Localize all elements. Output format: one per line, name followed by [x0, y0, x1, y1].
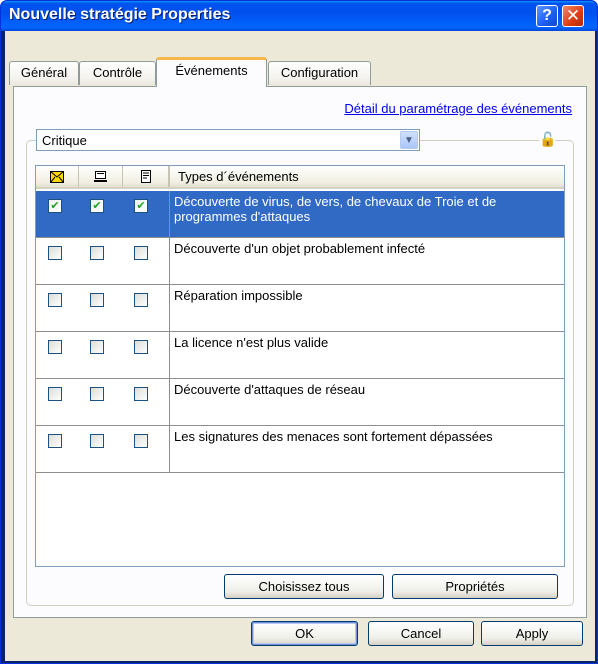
- properties-label: Propriétés: [445, 579, 505, 594]
- console-notify-checkbox[interactable]: [90, 434, 104, 448]
- window-title: Nouvelle stratégie Properties: [9, 6, 231, 23]
- email-notify-checkbox[interactable]: [48, 246, 62, 260]
- console-notify-checkbox[interactable]: ✔: [90, 199, 104, 213]
- log-notify-checkbox[interactable]: [134, 387, 148, 401]
- apply-button[interactable]: Apply: [481, 621, 583, 646]
- col-email[interactable]: [36, 166, 79, 187]
- email-notify-checkbox[interactable]: [48, 387, 62, 401]
- dialog-client: Général Contrôle Événements Configuratio…: [5, 31, 595, 661]
- properties-dialog: Nouvelle stratégie Properties ? ✕ Généra…: [0, 0, 598, 664]
- select-all-button[interactable]: Choisissez tous: [224, 574, 384, 599]
- select-all-label: Choisissez tous: [258, 579, 350, 594]
- event-type-label: Découverte d'un objet probablement infec…: [169, 238, 564, 284]
- table-header: Types d´événements: [36, 166, 564, 189]
- console-notify-checkbox[interactable]: [90, 246, 104, 260]
- log-notify-checkbox[interactable]: [134, 293, 148, 307]
- tab-configuration-label: Configuration: [280, 65, 359, 80]
- help-icon: ?: [542, 7, 552, 24]
- ok-button[interactable]: OK: [251, 621, 358, 646]
- monitor-icon: [94, 170, 107, 182]
- tab-controle-label: Contrôle: [92, 65, 143, 80]
- log-notify-checkbox[interactable]: [134, 434, 148, 448]
- ok-label: OK: [295, 626, 314, 641]
- table-row[interactable]: Les signatures des menaces sont fortemen…: [36, 426, 564, 473]
- col-console[interactable]: [79, 166, 123, 187]
- email-notify-checkbox[interactable]: [48, 434, 62, 448]
- chevron-down-icon[interactable]: ▼: [400, 131, 418, 149]
- console-notify-checkbox[interactable]: [90, 340, 104, 354]
- log-notify-checkbox[interactable]: [134, 246, 148, 260]
- table-row[interactable]: Réparation impossible: [36, 285, 564, 332]
- email-notify-checkbox[interactable]: [48, 340, 62, 354]
- table-row[interactable]: La licence n'est plus valide: [36, 332, 564, 379]
- title-bar[interactable]: Nouvelle stratégie Properties ? ✕: [1, 1, 597, 31]
- event-type-label: Les signatures des menaces sont fortemen…: [169, 426, 564, 472]
- help-button[interactable]: ?: [536, 5, 558, 27]
- tab-general[interactable]: Général: [9, 61, 79, 85]
- tab-evenements[interactable]: Événements: [156, 57, 267, 87]
- table-row[interactable]: Découverte d'un objet probablement infec…: [36, 238, 564, 285]
- col-event-types-label: Types d´événements: [178, 169, 299, 184]
- events-tab-panel: Détail du paramétrage des événements Cri…: [13, 86, 587, 618]
- events-table: Types d´événements ✔ ✔ ✔ Découverte de viru…: [35, 165, 565, 567]
- event-type-label: La licence n'est plus valide: [169, 332, 564, 378]
- event-type-label: Découverte d'attaques de réseau: [169, 379, 564, 425]
- cancel-button[interactable]: Cancel: [368, 621, 474, 646]
- log-notify-checkbox[interactable]: [134, 340, 148, 354]
- console-notify-checkbox[interactable]: [90, 387, 104, 401]
- mail-icon: [50, 170, 64, 183]
- log-notify-checkbox[interactable]: ✔: [134, 199, 148, 213]
- console-notify-checkbox[interactable]: [90, 293, 104, 307]
- event-type-label: Découverte de virus, de vers, de chevaux…: [169, 191, 564, 237]
- email-notify-checkbox[interactable]: ✔: [48, 199, 62, 213]
- col-event-types[interactable]: Types d´événements: [169, 166, 564, 187]
- severity-select[interactable]: Critique ▼: [36, 129, 420, 151]
- col-log[interactable]: [123, 166, 169, 187]
- cancel-label: Cancel: [400, 626, 442, 641]
- lock-icon[interactable]: 🔓: [539, 131, 556, 147]
- table-row[interactable]: Découverte d'attaques de réseau: [36, 379, 564, 426]
- close-button[interactable]: ✕: [562, 5, 584, 27]
- tab-general-label: Général: [20, 65, 68, 80]
- email-notify-checkbox[interactable]: [48, 293, 62, 307]
- tab-evenements-label: Événements: [175, 63, 248, 78]
- tab-configuration[interactable]: Configuration: [268, 61, 371, 85]
- table-row[interactable]: ✔ ✔ ✔ Découverte de virus, de vers, de chev…: [36, 191, 564, 238]
- properties-button[interactable]: Propriétés: [392, 574, 558, 599]
- event-type-label: Réparation impossible: [169, 285, 564, 331]
- close-icon: ✕: [565, 6, 581, 25]
- severity-select-value: Critique: [42, 133, 87, 148]
- event-settings-link[interactable]: Détail du paramétrage des événements: [344, 101, 572, 116]
- tab-controle[interactable]: Contrôle: [79, 61, 156, 85]
- apply-label: Apply: [515, 626, 549, 641]
- log-icon: [140, 170, 151, 183]
